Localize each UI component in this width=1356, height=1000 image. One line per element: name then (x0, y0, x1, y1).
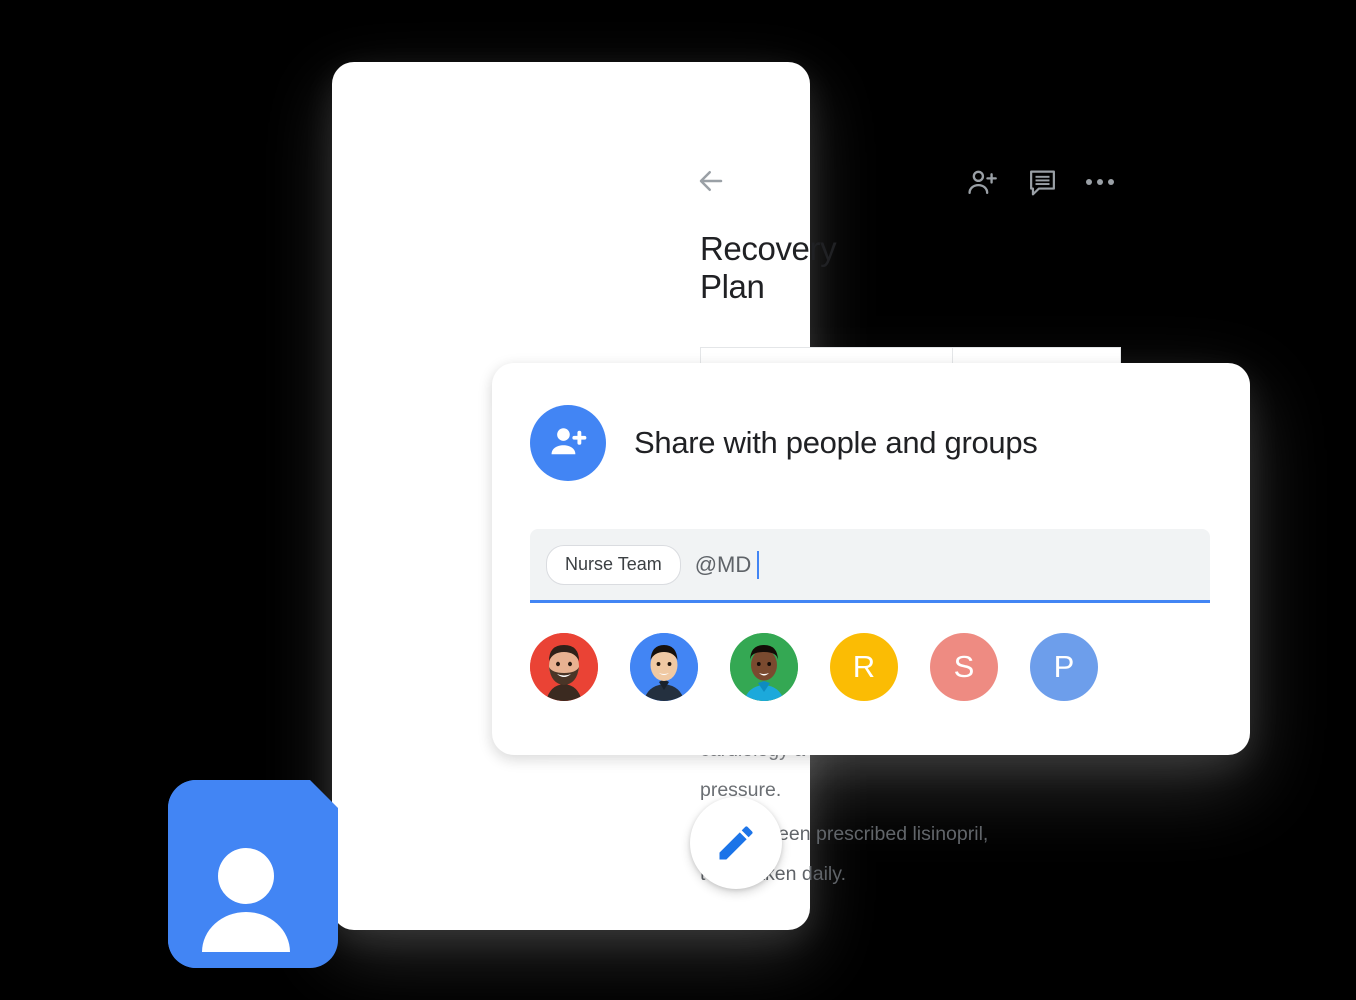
back-arrow-icon[interactable] (694, 164, 728, 198)
share-input-value: @MD (694, 551, 752, 577)
pencil-icon (719, 826, 753, 860)
contact-avatar-photo-3[interactable] (730, 633, 798, 701)
contact-avatar-initial-s[interactable]: S (930, 633, 998, 701)
comment-icon[interactable] (1024, 164, 1060, 200)
text-cursor (757, 550, 760, 579)
shared-folder-icon (168, 780, 416, 968)
share-dialog: Share with people and groups Nurse Team … (492, 363, 1250, 755)
suggested-contacts-row: R S P (530, 633, 1098, 701)
page-title: Recovery Plan (700, 230, 837, 305)
avatar-photo-nurse (730, 633, 798, 701)
avatar-initial: R (852, 649, 876, 684)
person-add-icon (530, 405, 606, 481)
person-add-icon[interactable] (964, 164, 1000, 200)
avatar-photo-man-suit (630, 633, 698, 701)
three-dots (1086, 179, 1114, 185)
more-options-icon[interactable] (1084, 166, 1116, 198)
contact-avatar-initial-p[interactable]: P (1030, 633, 1098, 701)
edit-fab-button[interactable] (690, 797, 782, 889)
share-input-text: @MD (694, 550, 760, 579)
contact-avatar-initial-r[interactable]: R (830, 633, 898, 701)
document-toolbar (332, 62, 810, 172)
recipient-chip-nurse-team[interactable]: Nurse Team (546, 544, 681, 585)
share-dialog-header: Share with people and groups (530, 405, 1038, 481)
contact-avatar-photo-2[interactable] (630, 633, 698, 701)
contact-avatar-photo-1[interactable] (530, 633, 598, 701)
avatar-initial: S (953, 649, 975, 684)
avatar-photo-man-beard (530, 633, 598, 701)
share-dialog-title: Share with people and groups (634, 425, 1038, 460)
share-input[interactable]: Nurse Team @MD (530, 529, 1210, 603)
avatar-initial: P (1053, 649, 1075, 684)
screen: Recovery Plan Patient Jon Nowak Date of … (0, 0, 1356, 1000)
